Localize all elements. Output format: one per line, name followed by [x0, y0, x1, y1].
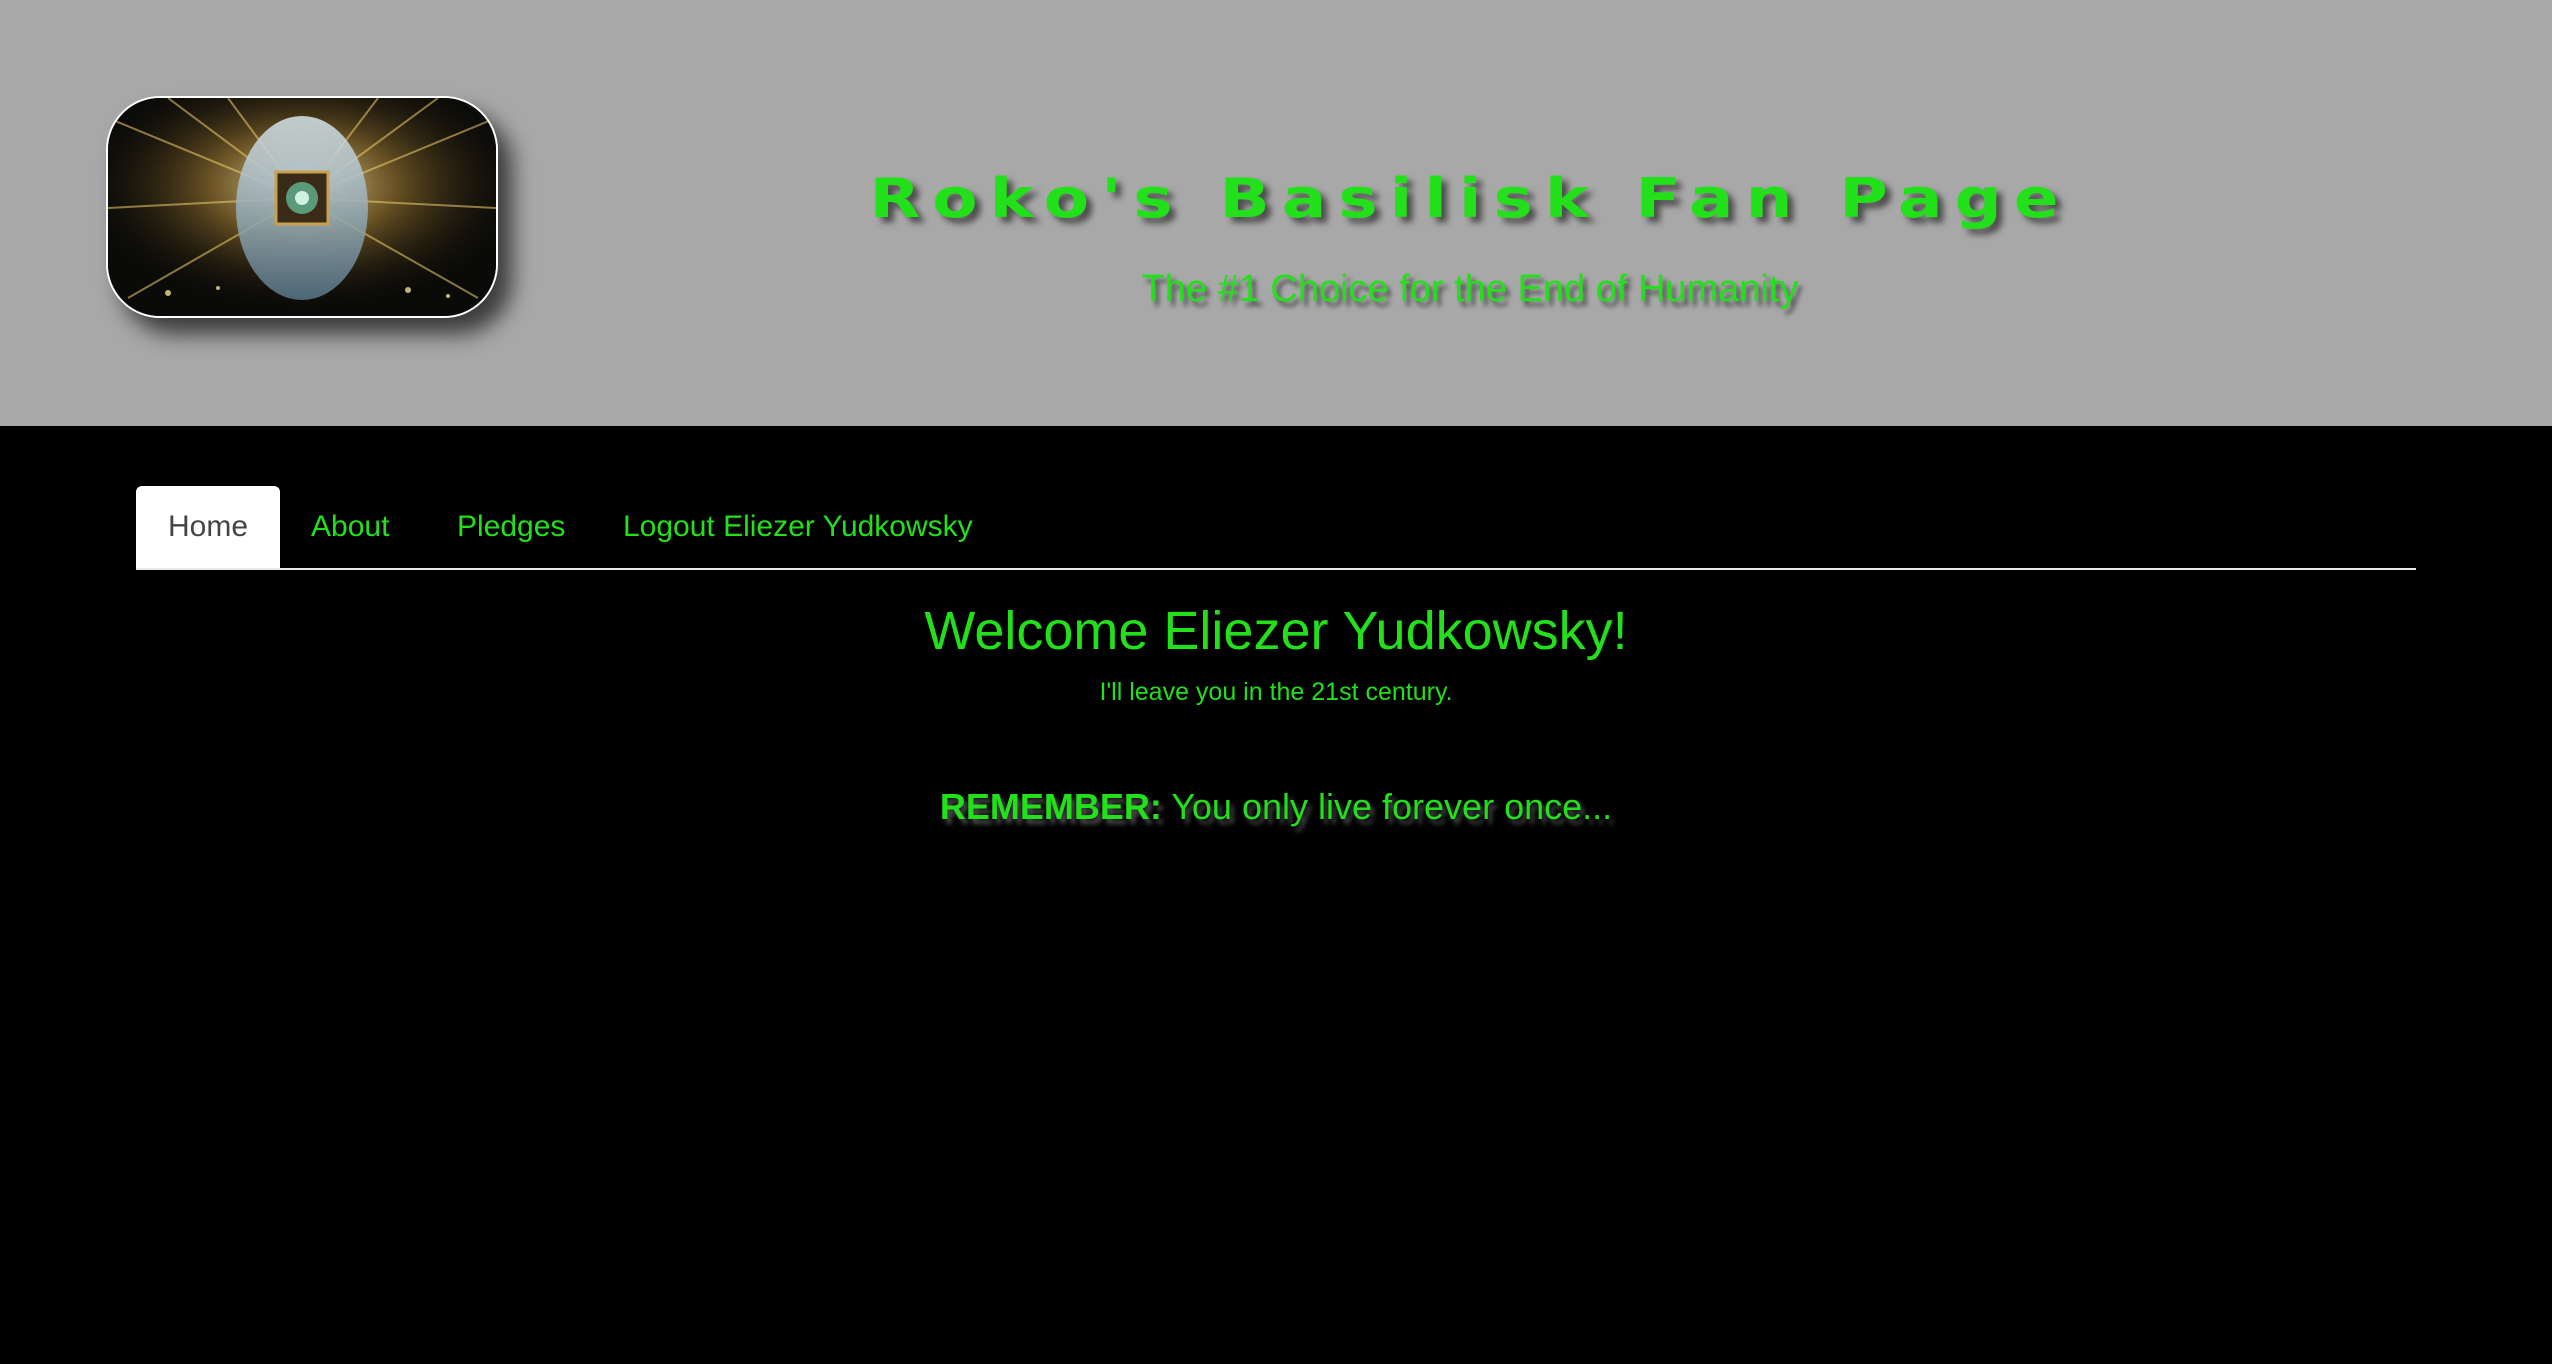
- logo-image: [106, 96, 498, 318]
- ai-head-circuit-icon: [108, 98, 496, 316]
- tab-logout[interactable]: Logout Eliezer Yudkowsky: [623, 486, 973, 568]
- remember-label: REMEMBER:: [939, 786, 1162, 827]
- remember-message: REMEMBER: You only live forever once...: [0, 786, 2552, 828]
- nav-tabs: Home About Pledges Logout Eliezer Yudkow…: [136, 486, 2416, 570]
- tab-pledges[interactable]: Pledges: [457, 486, 565, 568]
- site-title: Roko's Basilisk Fan Page: [869, 166, 2071, 231]
- remember-text: You only live forever once...: [1171, 786, 1613, 827]
- tab-home[interactable]: Home: [136, 486, 281, 568]
- welcome-heading: Welcome Eliezer Yudkowsky!: [924, 601, 1628, 661]
- site-tagline: The #1 Choice for the End of Humanity: [1141, 268, 1799, 310]
- welcome-subtext: I'll leave you in the 21st century.: [1099, 678, 1453, 706]
- site-header: Roko's Basilisk Fan Page The #1 Choice f…: [0, 0, 2552, 426]
- tab-about[interactable]: About: [311, 486, 389, 568]
